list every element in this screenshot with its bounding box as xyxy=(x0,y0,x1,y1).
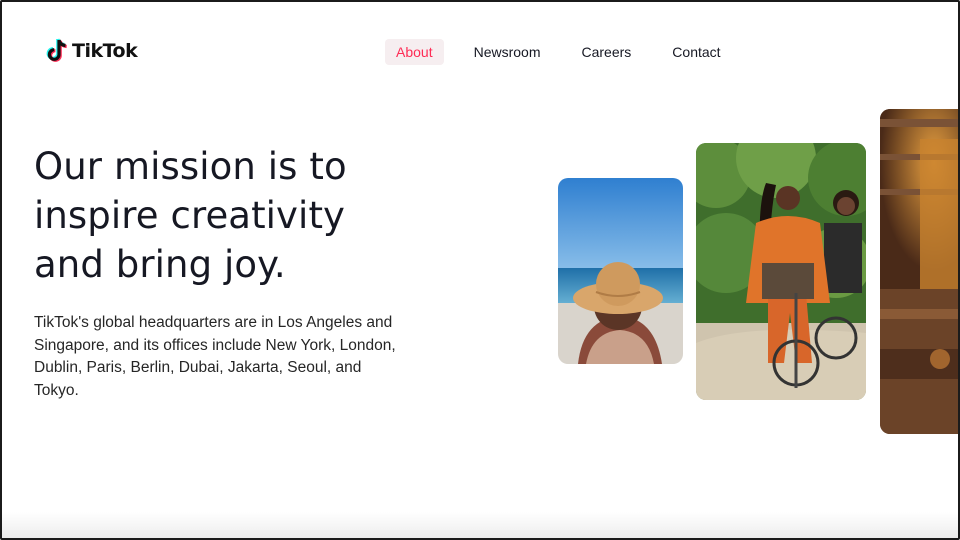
main-nav: About Newsroom Careers Contact xyxy=(385,39,751,65)
bottom-shadow xyxy=(2,512,958,538)
headline-line: Our mission is to xyxy=(34,145,347,188)
mission-headline: Our mission is to inspire creativity and… xyxy=(34,142,374,289)
browser-viewport: TikTok About Newsroom Careers Contact Ou… xyxy=(0,0,960,540)
beach-photo xyxy=(558,178,683,364)
tiktok-logo[interactable]: TikTok xyxy=(46,38,138,64)
bike-riders-photo xyxy=(696,143,866,400)
nav-careers[interactable]: Careers xyxy=(571,39,643,65)
photo-card-beach xyxy=(558,178,683,364)
nav-newsroom[interactable]: Newsroom xyxy=(463,39,552,65)
beehive-photo xyxy=(880,109,958,434)
headline-line: inspire creativity xyxy=(34,194,346,237)
headline-line: and bring joy. xyxy=(34,243,286,286)
nav-contact[interactable]: Contact xyxy=(661,39,731,65)
logo-text: TikTok xyxy=(72,40,138,62)
tiktok-note-icon xyxy=(46,38,67,62)
headquarters-description: TikTok's global headquarters are in Los … xyxy=(34,314,396,399)
photo-card-bike-riders xyxy=(696,143,866,400)
nav-about[interactable]: About xyxy=(385,39,444,65)
photo-card-beehive xyxy=(880,109,958,434)
